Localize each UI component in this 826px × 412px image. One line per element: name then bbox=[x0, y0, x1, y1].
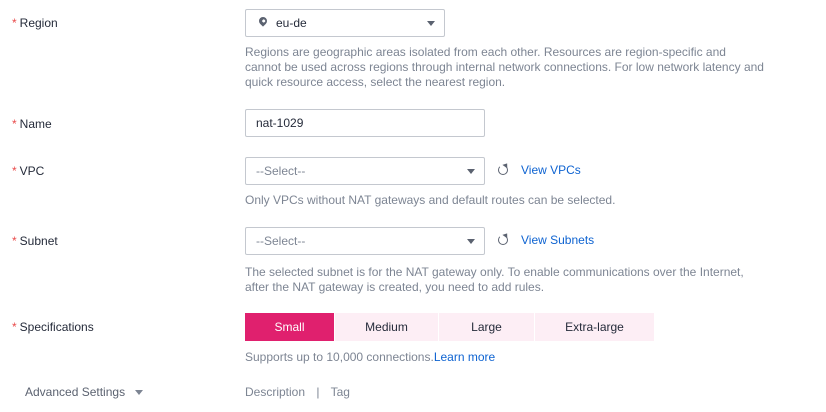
required-mark: * bbox=[12, 320, 17, 334]
chevron-down-icon bbox=[467, 169, 475, 174]
region-label-text: Region bbox=[19, 16, 58, 30]
spec-option-medium[interactable]: Medium bbox=[335, 313, 438, 341]
specifications-hint: Supports up to 10,000 connections.Learn … bbox=[245, 350, 765, 365]
advanced-summary: Description | Tag bbox=[245, 385, 350, 399]
region-hint: Regions are geographic areas isolated fr… bbox=[245, 45, 764, 89]
learn-more-link[interactable]: Learn more bbox=[434, 350, 495, 364]
advanced-item-tag: Tag bbox=[330, 385, 350, 399]
view-subnets-link[interactable]: View Subnets bbox=[521, 233, 594, 247]
chevron-down-icon bbox=[427, 21, 435, 26]
specifications-label-text: Specifications bbox=[19, 320, 94, 334]
vpc-select[interactable]: --Select-- bbox=[245, 157, 485, 185]
specifications-hint-text: Supports up to 10,000 connections. bbox=[245, 350, 434, 364]
refresh-icon[interactable] bbox=[498, 165, 508, 175]
region-value: eu-de bbox=[276, 16, 307, 30]
spec-option-extra-large[interactable]: Extra-large bbox=[535, 313, 654, 341]
name-label-text: Name bbox=[19, 117, 52, 131]
region-label: * Region bbox=[12, 16, 58, 30]
vpc-label: * VPC bbox=[12, 164, 44, 178]
specifications-label: * Specifications bbox=[12, 320, 94, 334]
vpc-select-placeholder: --Select-- bbox=[256, 164, 306, 178]
required-mark: * bbox=[12, 117, 17, 131]
name-input-value: nat-1029 bbox=[256, 116, 304, 130]
spec-option-large[interactable]: Large bbox=[439, 313, 534, 341]
name-input[interactable]: nat-1029 bbox=[245, 109, 485, 137]
subnet-select-placeholder: --Select-- bbox=[256, 234, 306, 248]
refresh-icon[interactable] bbox=[498, 235, 508, 245]
vpc-hint: Only VPCs without NAT gateways and defau… bbox=[245, 193, 616, 207]
spec-option-small[interactable]: Small bbox=[245, 313, 334, 341]
advanced-settings-toggle[interactable]: Advanced Settings bbox=[25, 385, 125, 399]
region-select[interactable]: eu-de bbox=[245, 9, 445, 37]
subnet-hint: The selected subnet is for the NAT gatew… bbox=[245, 265, 744, 294]
advanced-separator: | bbox=[316, 385, 320, 399]
chevron-down-icon bbox=[467, 239, 475, 244]
advanced-item-description: Description bbox=[245, 385, 306, 399]
view-vpcs-link[interactable]: View VPCs bbox=[521, 163, 581, 177]
required-mark: * bbox=[12, 16, 17, 30]
vpc-label-text: VPC bbox=[19, 164, 45, 178]
name-label: * Name bbox=[12, 117, 52, 131]
chevron-down-icon[interactable] bbox=[135, 390, 143, 395]
subnet-select[interactable]: --Select-- bbox=[245, 227, 485, 255]
required-mark: * bbox=[12, 164, 17, 178]
specifications-options: Small Medium Large Extra-large bbox=[245, 313, 655, 341]
required-mark: * bbox=[12, 234, 17, 248]
subnet-label: * Subnet bbox=[12, 234, 58, 248]
subnet-label-text: Subnet bbox=[19, 234, 58, 248]
